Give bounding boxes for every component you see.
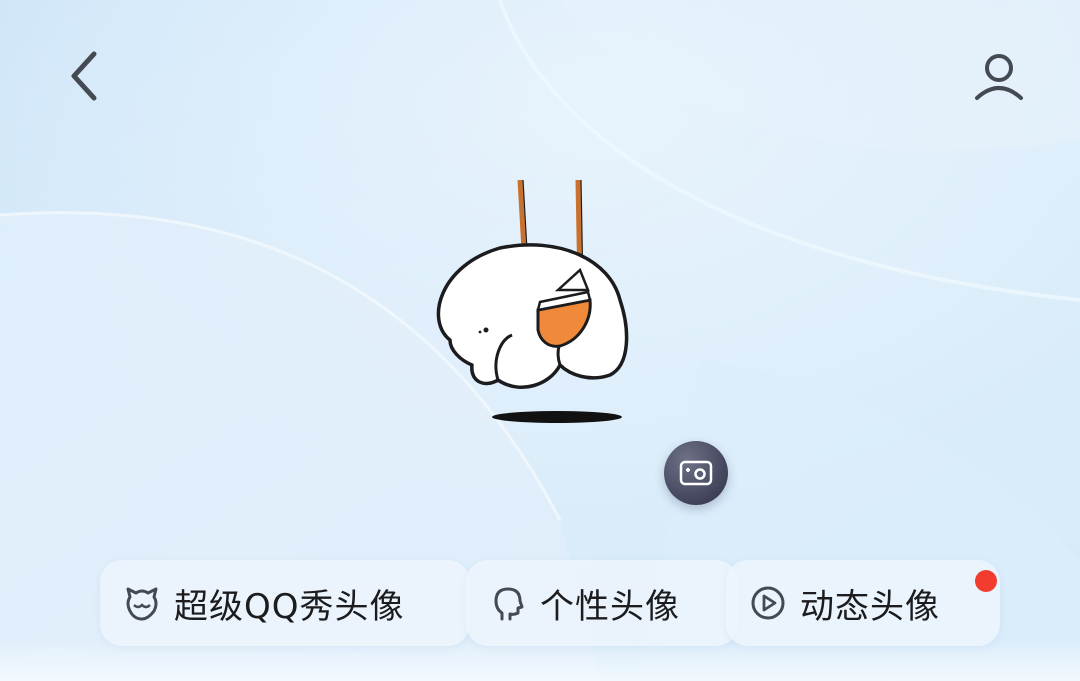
tab-label: 超级QQ秀头像: [174, 586, 405, 627]
qq-show-face-icon: [122, 583, 162, 623]
user-icon: [975, 54, 1023, 100]
back-button[interactable]: [56, 44, 112, 108]
profile-button[interactable]: [962, 44, 1036, 108]
tab-dynamic-avatar[interactable]: 动态头像: [726, 560, 1000, 646]
notification-dot: [975, 570, 997, 592]
tab-super-qq-show-avatar[interactable]: 超级QQ秀头像: [100, 560, 470, 646]
chevron-left-icon: [71, 51, 97, 101]
play-circle-icon: [748, 583, 788, 623]
avatar-illustration: [436, 179, 629, 423]
camera-icon: [679, 460, 713, 486]
camera-button[interactable]: [664, 441, 728, 505]
head-profile-icon: [488, 583, 528, 623]
tab-label: 动态头像: [800, 586, 940, 627]
bottom-fade: [0, 640, 1080, 681]
tab-label: 个性头像: [540, 586, 680, 627]
tab-personal-avatar[interactable]: 个性头像: [466, 560, 738, 646]
